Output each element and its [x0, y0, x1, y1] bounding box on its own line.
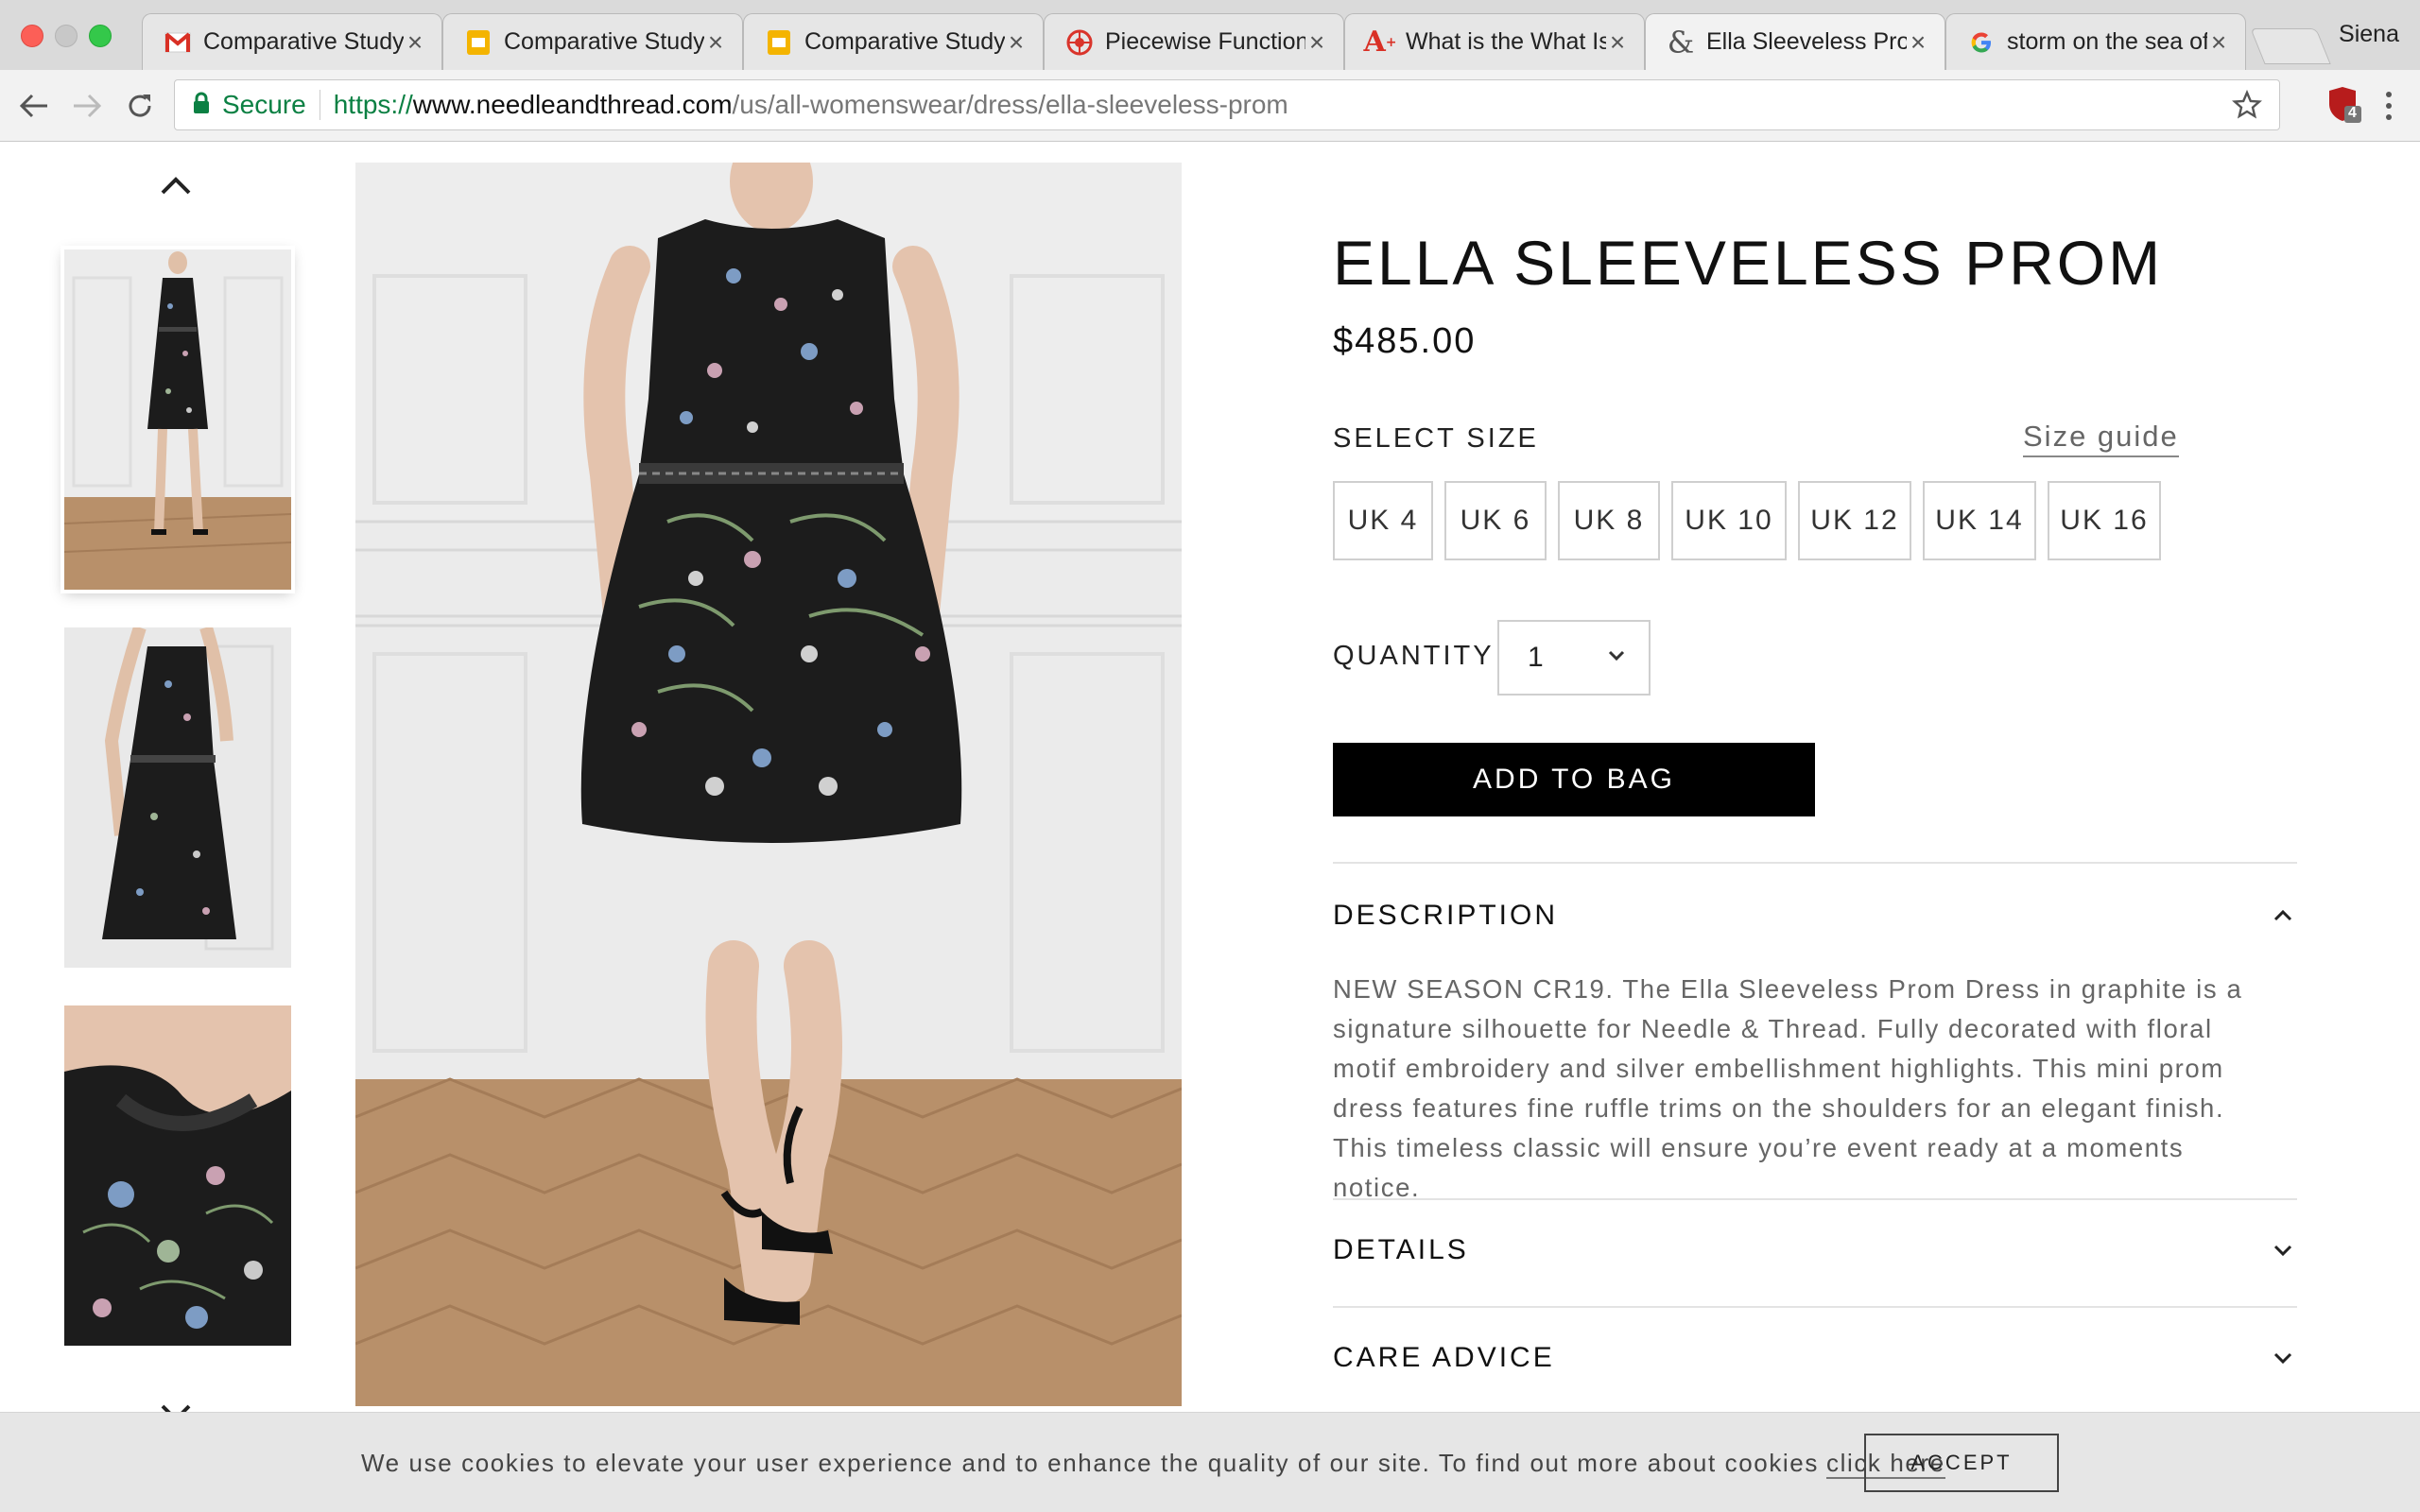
product-thumbnail-detail[interactable] [64, 1005, 291, 1346]
a-plus-icon: A + [1363, 26, 1397, 59]
product-price: $485.00 [1333, 321, 1477, 361]
minimize-window-button[interactable] [55, 25, 78, 47]
browser-tab[interactable]: Piecewise Function × [1044, 13, 1344, 70]
close-tab-icon[interactable]: × [1606, 28, 1629, 55]
size-option-uk-4[interactable]: UK 4 [1333, 481, 1433, 560]
divider [1333, 1306, 2297, 1308]
accept-cookies-button[interactable]: ACCEPT [1864, 1434, 2059, 1492]
tab-title: storm on the sea of [2007, 28, 2207, 55]
size-option-uk-14[interactable]: UK 14 [1923, 481, 2036, 560]
shield-extension-icon[interactable]: 4 [2325, 85, 2363, 127]
desmos-icon [1065, 28, 1094, 57]
divider [1333, 862, 2297, 864]
chevron-up-icon[interactable] [2273, 909, 2293, 922]
google-slides-icon [464, 28, 493, 57]
gmail-icon [164, 28, 192, 57]
ampersand-icon: & [1667, 24, 1695, 60]
product-title: ELLA SLEEVELESS PROM [1333, 228, 2164, 298]
maximize-window-button[interactable] [89, 25, 112, 47]
chevron-down-icon [1607, 649, 1626, 667]
close-tab-icon[interactable]: × [704, 28, 727, 55]
lock-icon [192, 92, 211, 119]
main-product-image[interactable] [355, 163, 1182, 1406]
size-options: UK 4 UK 6 UK 8 UK 10 UK 12 UK 14 UK 16 [1333, 481, 2161, 560]
bookmark-star-icon[interactable] [2232, 89, 2262, 125]
chevron-down-icon[interactable] [2273, 1244, 2293, 1257]
accordion-care-advice-header[interactable]: CARE ADVICE [1333, 1342, 1555, 1374]
close-tab-icon[interactable]: × [1907, 28, 1929, 55]
forward-icon[interactable] [66, 85, 108, 127]
back-icon[interactable] [13, 85, 55, 127]
reload-icon[interactable] [119, 85, 161, 127]
browser-tab-active[interactable]: & Ella Sleeveless Prom × [1645, 13, 1945, 70]
browser-tab[interactable]: Comparative Study × [142, 13, 442, 70]
browser-tab-bar: Comparative Study × Comparative Study × … [0, 0, 2420, 70]
secure-label: Secure [222, 90, 306, 119]
new-tab-button[interactable] [2250, 28, 2331, 64]
address-bar[interactable]: Secure https://www.needleandthread.com/u… [174, 79, 2280, 130]
size-option-uk-8[interactable]: UK 8 [1558, 481, 1660, 560]
size-option-uk-6[interactable]: UK 6 [1444, 481, 1547, 560]
quantity-value: 1 [1528, 642, 1544, 673]
chevron-down-icon[interactable] [2273, 1351, 2293, 1365]
tab-title: What is the What Is [1406, 28, 1606, 55]
tab-title: Ella Sleeveless Prom [1706, 28, 1907, 55]
chevron-up-icon[interactable] [159, 174, 193, 197]
close-tab-icon[interactable]: × [2207, 28, 2230, 55]
product-description: NEW SEASON CR19. The Ella Sleeveless Pro… [1333, 974, 2243, 1202]
product-thumbnail-front[interactable] [64, 249, 291, 590]
size-guide-link[interactable]: Size guide [2023, 420, 2179, 457]
tab-title: Comparative Study [504, 28, 704, 55]
product-thumbnail-side[interactable] [64, 627, 291, 968]
browser-menu-icon[interactable] [2375, 83, 2403, 129]
divider [1333, 1198, 2297, 1200]
close-tab-icon[interactable]: × [404, 28, 426, 55]
tab-title: Comparative Study [804, 28, 1005, 55]
size-option-uk-16[interactable]: UK 16 [2048, 481, 2161, 560]
browser-tab[interactable]: Comparative Study × [442, 13, 743, 70]
tab-title: Piecewise Function [1105, 28, 1305, 55]
close-tab-icon[interactable]: × [1305, 28, 1328, 55]
quantity-select[interactable]: 1 [1497, 620, 1651, 696]
cookie-banner: We use cookies to elevate your user expe… [0, 1412, 2420, 1512]
quantity-label: QUANTITY [1333, 641, 1495, 671]
select-size-label: SELECT SIZE [1333, 423, 1539, 454]
size-option-uk-12[interactable]: UK 12 [1798, 481, 1911, 560]
add-to-bag-button[interactable]: ADD TO BAG [1333, 743, 1815, 816]
close-tab-icon[interactable]: × [1005, 28, 1028, 55]
url-text: https://www.needleandthread.com/us/all-w… [333, 90, 1288, 119]
product-page: ELLA SLEEVELESS PROM $485.00 SELECT SIZE… [0, 142, 2420, 1512]
browser-tab[interactable]: Comparative Study × [743, 13, 1044, 70]
tab-title: Comparative Study [203, 28, 404, 55]
browser-toolbar: Secure https://www.needleandthread.com/u… [0, 70, 2420, 142]
google-icon [1967, 28, 1996, 57]
browser-tab[interactable]: storm on the sea of × [1945, 13, 2246, 70]
cookie-message: We use cookies to elevate your user expe… [361, 1449, 1945, 1479]
extension-badge: 4 [2348, 105, 2357, 121]
close-window-button[interactable] [21, 25, 43, 47]
accordion-details-header[interactable]: DETAILS [1333, 1234, 1469, 1266]
size-option-uk-10[interactable]: UK 10 [1671, 481, 1787, 560]
accordion-description-header[interactable]: DESCRIPTION [1333, 900, 1558, 932]
browser-tab[interactable]: A + What is the What Is × [1344, 13, 1645, 70]
google-slides-icon [765, 28, 793, 57]
profile-name[interactable]: Siena [2339, 21, 2399, 48]
